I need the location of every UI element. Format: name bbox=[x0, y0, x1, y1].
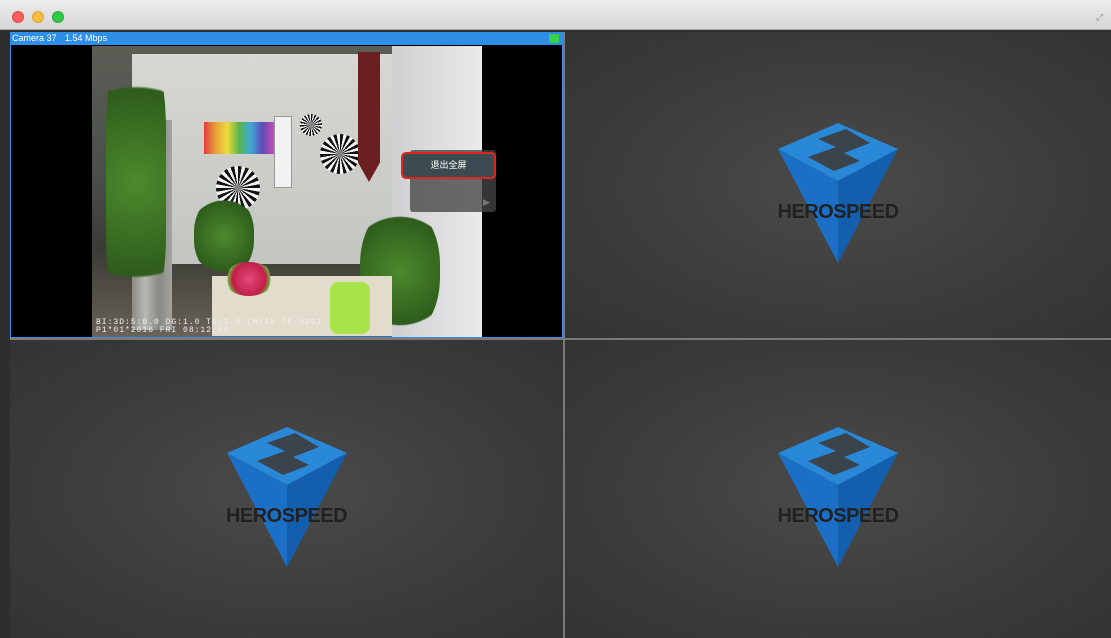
exit-fullscreen-menu-item[interactable]: 退出全屏 bbox=[401, 152, 496, 179]
stream-status-icon bbox=[549, 34, 559, 43]
window-titlebar: ⤢ bbox=[0, 0, 1111, 30]
brand-text: HEROSPEED bbox=[777, 201, 899, 223]
camera-grid: Camera 37 1.54 Mbps BI:3D:5:0.0 DG:1.0 T… bbox=[10, 32, 1111, 638]
herospeed-logo-icon bbox=[778, 427, 898, 567]
herospeed-logo: HEROSPEED bbox=[217, 427, 357, 567]
brand-text: HEROSPEED bbox=[777, 505, 899, 527]
herospeed-logo: HEROSPEED bbox=[768, 123, 908, 263]
video-flowers bbox=[224, 262, 274, 296]
herospeed-logo-icon bbox=[226, 427, 347, 567]
minimize-window-button[interactable] bbox=[32, 11, 44, 23]
video-tile-2[interactable]: HEROSPEED bbox=[565, 32, 1111, 338]
video-resolution-target bbox=[320, 134, 360, 174]
video-tile-3[interactable]: HEROSPEED bbox=[10, 340, 563, 638]
camera-header-bar: Camera 37 1.54 Mbps bbox=[10, 32, 563, 45]
video-eye-chart bbox=[274, 116, 292, 188]
submenu-arrow-icon[interactable]: ▶ bbox=[483, 197, 490, 208]
video-plant bbox=[106, 52, 166, 312]
herospeed-logo: HEROSPEED bbox=[768, 427, 908, 567]
camera-bitrate: 1.54 Mbps bbox=[65, 33, 108, 43]
video-tile-1[interactable]: Camera 37 1.54 Mbps BI:3D:5:0.0 DG:1.0 T… bbox=[10, 32, 563, 338]
video-resolution-target bbox=[300, 114, 322, 136]
video-chair bbox=[330, 282, 370, 334]
camera-name: Camera 37 bbox=[12, 33, 57, 43]
herospeed-logo-icon bbox=[778, 123, 898, 263]
video-osd-overlay: BI:3D:5:0.0 DG:1.0 TG:1.0 LM:45 TP:5291 … bbox=[96, 318, 323, 335]
video-tile-4[interactable]: HEROSPEED bbox=[565, 340, 1111, 638]
video-color-chart bbox=[204, 122, 274, 154]
close-window-button[interactable] bbox=[12, 11, 24, 23]
brand-text: HEROSPEED bbox=[225, 505, 348, 527]
video-banner bbox=[358, 52, 380, 182]
expand-icon[interactable]: ⤢ bbox=[1096, 13, 1105, 22]
maximize-window-button[interactable] bbox=[52, 11, 64, 23]
